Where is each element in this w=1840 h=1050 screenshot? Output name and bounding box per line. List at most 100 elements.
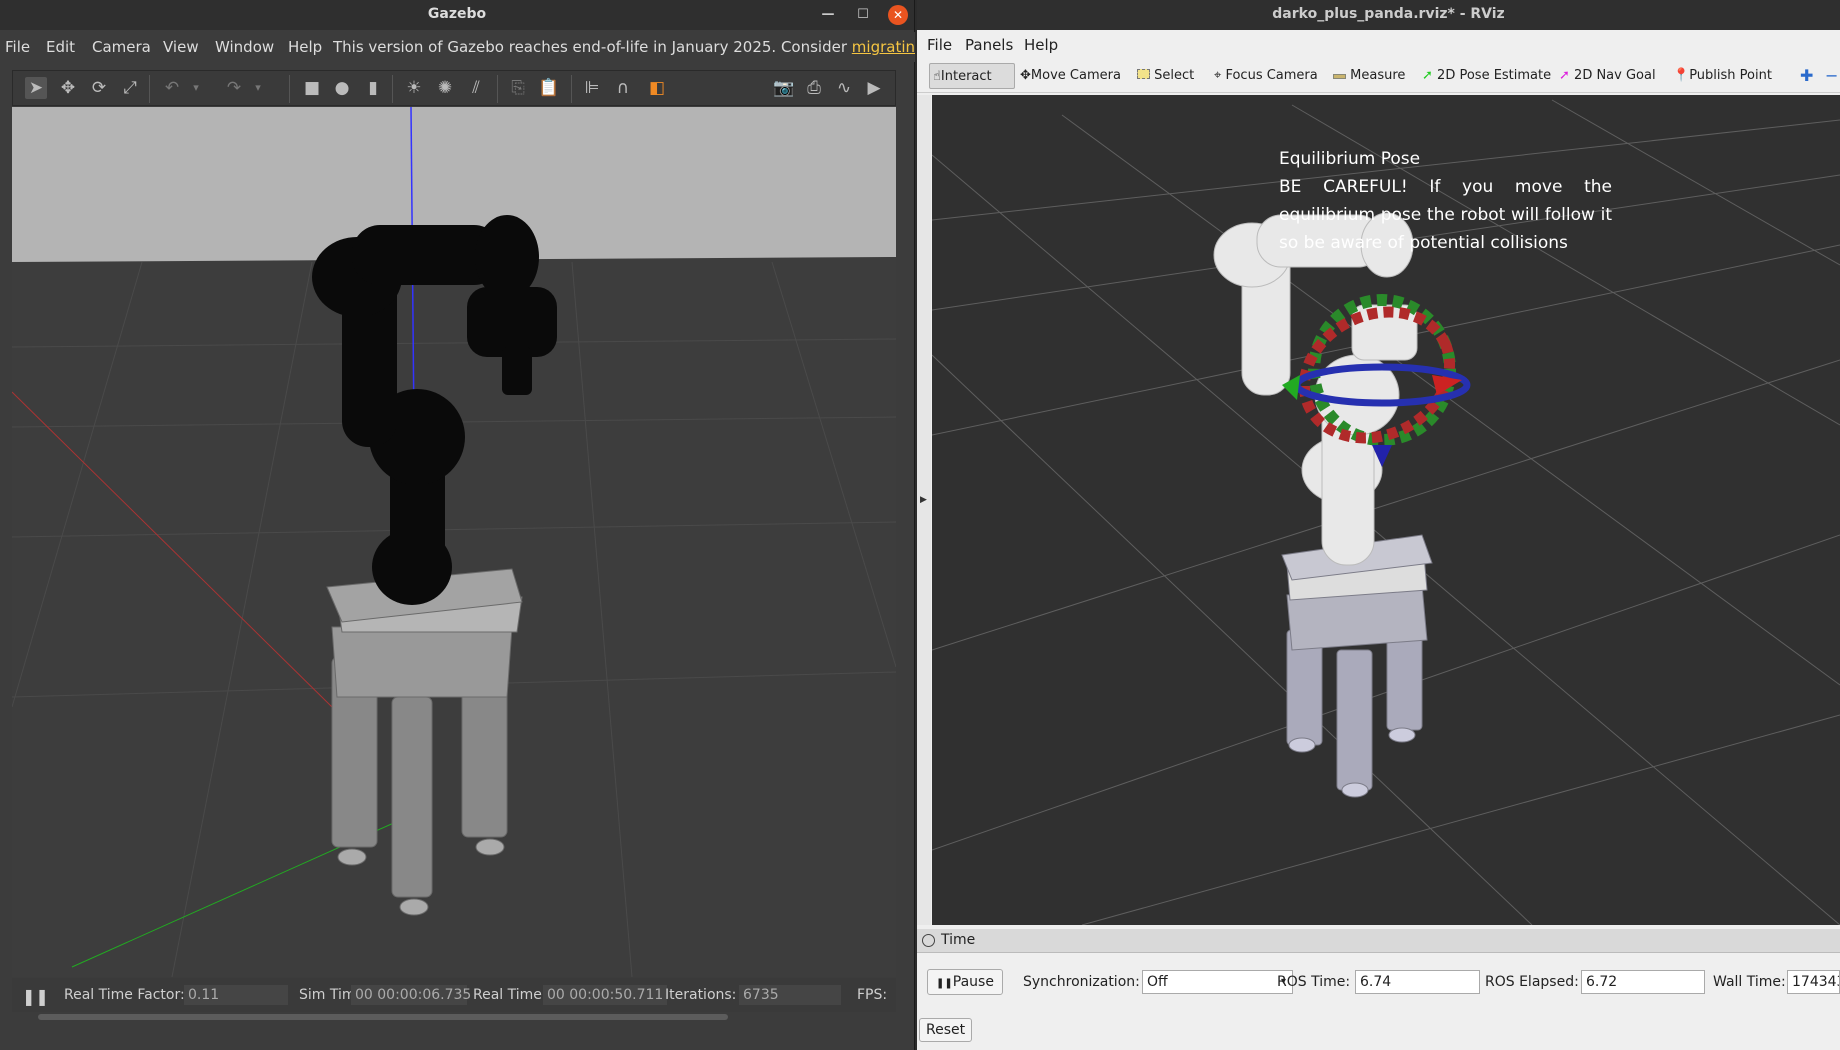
snap-icon[interactable]: ∩ (612, 77, 634, 99)
directional-light-icon[interactable]: ⫽ (465, 77, 487, 99)
align-icon[interactable]: ⊫ (581, 77, 603, 99)
tool-2d-nav-goal[interactable]: ➚ 2D Nav Goal (1556, 63, 1659, 89)
remove-tool-icon[interactable]: − (1822, 63, 1840, 89)
reset-button[interactable]: Reset (919, 1018, 973, 1042)
plot-icon[interactable]: ∿ (833, 77, 855, 99)
redo-icon[interactable]: ↷ (223, 77, 245, 99)
toolbar-separator (497, 75, 498, 103)
rviz-menu-panels[interactable]: Panels (965, 36, 1013, 54)
menu-view[interactable]: View (163, 38, 199, 56)
point-light-icon[interactable]: ☀ (403, 77, 425, 99)
collapsed-side-panel[interactable]: ▶ (917, 95, 931, 925)
tool-measure[interactable]: Measure (1330, 63, 1408, 89)
wall-time-label: Wall Time: (1713, 974, 1786, 990)
box-shape-icon[interactable]: ■ (301, 77, 323, 99)
ros-elapsed-field[interactable]: 6.72 (1581, 970, 1705, 994)
ros-time-label: ROS Time: (1277, 974, 1351, 990)
map-pin-icon: 📍 (1673, 68, 1690, 83)
toolbar-separator (571, 75, 572, 103)
tool-publish-point[interactable]: 📍Publish Point (1670, 63, 1775, 89)
menu-camera[interactable]: Camera (92, 38, 151, 56)
pause-icon[interactable]: ❚❚ (22, 987, 49, 1006)
note-title: Equilibrium Pose (1279, 149, 1421, 169)
minimize-icon[interactable]: — (818, 5, 838, 25)
rtf-value: 0.11 (184, 985, 288, 1005)
sync-label: Synchronization: (1023, 974, 1140, 990)
rviz-titlebar: darko_plus_panda.rviz* - RViz (917, 0, 1840, 30)
select-icon (1137, 69, 1150, 79)
pause-button[interactable]: ❚❚Pause (927, 969, 1003, 995)
wall-time-field[interactable]: 174343 (1787, 970, 1840, 994)
pause-icon: ❚❚ (936, 978, 953, 989)
toolbar-separator (289, 75, 290, 103)
gazebo-3d-viewport[interactable] (12, 107, 896, 977)
real-time-value: 00 00:00:50.711 (543, 985, 667, 1005)
maximize-icon[interactable]: ☐ (853, 5, 873, 25)
scale-icon[interactable]: ⤢ (119, 77, 141, 99)
menu-window[interactable]: Window (215, 38, 274, 56)
record-video-icon[interactable]: ▶ (863, 77, 885, 99)
menu-help[interactable]: Help (288, 38, 322, 56)
log-icon[interactable]: ⎙ (803, 77, 825, 99)
gazebo-toolbar: ➤ ✥ ⟳ ⤢ ↶ ▾ ↷ ▾ ■ ● ▮ ☀ ✺ ⫽ ⎘ 📋 ⊫ ∩ ◧ 📷 … (12, 70, 896, 106)
paste-icon[interactable]: 📋 (538, 77, 560, 99)
gazebo-scene (12, 107, 896, 977)
eol-warning: This version of Gazebo reaches end-of-li… (333, 38, 915, 56)
green-arrow-icon: ➚ (1422, 68, 1433, 83)
hand-icon: ☝ (933, 69, 941, 84)
real-time-label: Real Time: (473, 987, 547, 1003)
clock-icon (922, 934, 935, 947)
move-camera-icon: ✥ (1020, 68, 1031, 83)
select-arrow-icon[interactable]: ➤ (25, 77, 47, 99)
tool-interact[interactable]: ☝Interact (929, 63, 1015, 89)
redo-dropdown-icon[interactable]: ▾ (247, 77, 269, 99)
add-tool-icon[interactable]: ✚ (1797, 63, 1816, 89)
gazebo-statusbar: ❚❚ Real Time Factor: 0.11 Sim Time: 00 0… (12, 978, 896, 1012)
copy-icon[interactable]: ⎘ (507, 77, 529, 99)
rviz-menu-file[interactable]: File (927, 36, 952, 54)
sync-select[interactable]: Off ▾ (1142, 970, 1293, 994)
view-angle-icon[interactable]: ◧ (646, 77, 668, 99)
close-icon[interactable]: ✕ (888, 5, 908, 25)
rviz-title: darko_plus_panda.rviz* - RViz (1272, 6, 1505, 22)
rviz-menubar: File Panels Help (917, 32, 1840, 58)
translate-icon[interactable]: ✥ (57, 77, 79, 99)
tool-2d-pose-estimate[interactable]: ➚ 2D Pose Estimate (1419, 63, 1554, 89)
time-panel: Time ❚❚Pause Synchronization: Off ▾ ROS T… (917, 929, 1840, 1050)
ros-time-field[interactable]: 6.74 (1355, 970, 1480, 994)
gazebo-window: Gazebo — ☐ ✕ File Edit Camera View Windo… (0, 0, 915, 1050)
rviz-toolbar: ☝Interact ✥Move Camera Select ⌖ Focus Ca… (917, 58, 1840, 93)
rviz-menu-help[interactable]: Help (1024, 36, 1058, 54)
focus-icon: ⌖ (1214, 68, 1222, 83)
spot-light-icon[interactable]: ✺ (434, 77, 456, 99)
note-body: BE CAREFUL! If you move the equilibrium … (1279, 177, 1612, 253)
ruler-icon (1333, 74, 1346, 79)
toolbar-separator (392, 75, 393, 103)
time-panel-header: Time (917, 929, 1840, 953)
tool-focus-camera[interactable]: ⌖ Focus Camera (1211, 63, 1321, 89)
tool-move-camera[interactable]: ✥Move Camera (1017, 63, 1124, 89)
iterations-value: 6735 (739, 985, 841, 1005)
toolbar-separator (149, 75, 150, 103)
sphere-shape-icon[interactable]: ● (331, 77, 353, 99)
magenta-arrow-icon: ➚ (1559, 68, 1570, 83)
undo-icon[interactable]: ↶ (161, 77, 183, 99)
equilibrium-pose-note: Equilibrium Pose BE CAREFUL! If you move… (1279, 145, 1612, 257)
migration-link[interactable]: migrating to the n (852, 38, 915, 56)
expand-panel-icon[interactable]: ▶ (920, 495, 927, 505)
tool-select[interactable]: Select (1134, 63, 1197, 89)
rtf-label: Real Time Factor: (64, 987, 185, 1003)
iterations-label: Iterations: (665, 987, 737, 1003)
screenshot-icon[interactable]: 📷 (773, 77, 795, 99)
fps-label: FPS: (857, 987, 888, 1003)
undo-dropdown-icon[interactable]: ▾ (185, 77, 207, 99)
gazebo-title: Gazebo (427, 6, 487, 22)
rotate-icon[interactable]: ⟳ (88, 77, 110, 99)
gazebo-menubar: File Edit Camera View Window Help This v… (0, 32, 915, 62)
menu-file[interactable]: File (5, 38, 30, 56)
menu-edit[interactable]: Edit (46, 38, 75, 56)
gazebo-titlebar: Gazebo — ☐ ✕ (0, 0, 914, 30)
cylinder-shape-icon[interactable]: ▮ (362, 77, 384, 99)
sim-time-value: 00 00:00:06.735 (351, 985, 471, 1005)
horizontal-scrollbar[interactable] (38, 1014, 728, 1020)
